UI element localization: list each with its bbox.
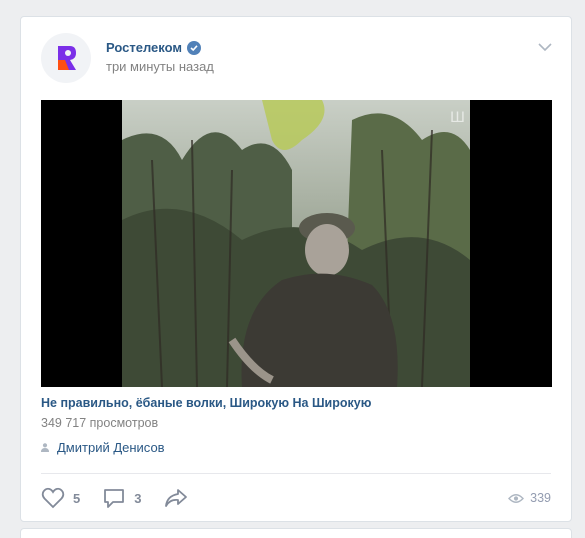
person-icon	[41, 443, 49, 452]
views-count: 339	[530, 491, 551, 505]
share-arrow-icon	[165, 489, 188, 507]
post-signature[interactable]: Дмитрий Денисов	[41, 440, 165, 455]
svg-text:Ш: Ш	[450, 110, 465, 126]
comment-count: 3	[134, 490, 142, 506]
video-player[interactable]: Ш	[41, 100, 552, 387]
post-actions: 5 3	[41, 487, 211, 509]
comment-icon	[104, 489, 125, 508]
heart-icon	[41, 487, 65, 509]
video-thumbnail: Ш	[122, 100, 470, 387]
signature-name[interactable]: Дмитрий Денисов	[57, 440, 165, 455]
divider	[41, 473, 551, 474]
verified-icon	[186, 40, 201, 55]
rostelecom-logo	[58, 46, 76, 70]
post-card: Ростелеком три минуты назад Ш Не правиль…	[20, 16, 572, 522]
next-post-card	[20, 528, 572, 538]
share-button[interactable]	[163, 487, 189, 509]
post-time[interactable]: три минуты назад	[106, 59, 214, 74]
views-counter: 339	[508, 491, 551, 505]
like-count: 5	[73, 490, 81, 506]
author-name[interactable]: Ростелеком	[106, 40, 182, 55]
author-name-link[interactable]: Ростелеком	[106, 40, 201, 55]
chevron-down-icon[interactable]	[537, 41, 553, 53]
comment-button[interactable]: 3	[102, 487, 141, 509]
author-avatar[interactable]	[41, 33, 91, 83]
video-title[interactable]: Не правильно, ёбаные волки, Широкую На Ш…	[41, 396, 371, 410]
video-views: 349 717 просмотров	[41, 416, 159, 430]
like-button[interactable]: 5	[41, 487, 80, 509]
eye-icon	[508, 493, 525, 503]
